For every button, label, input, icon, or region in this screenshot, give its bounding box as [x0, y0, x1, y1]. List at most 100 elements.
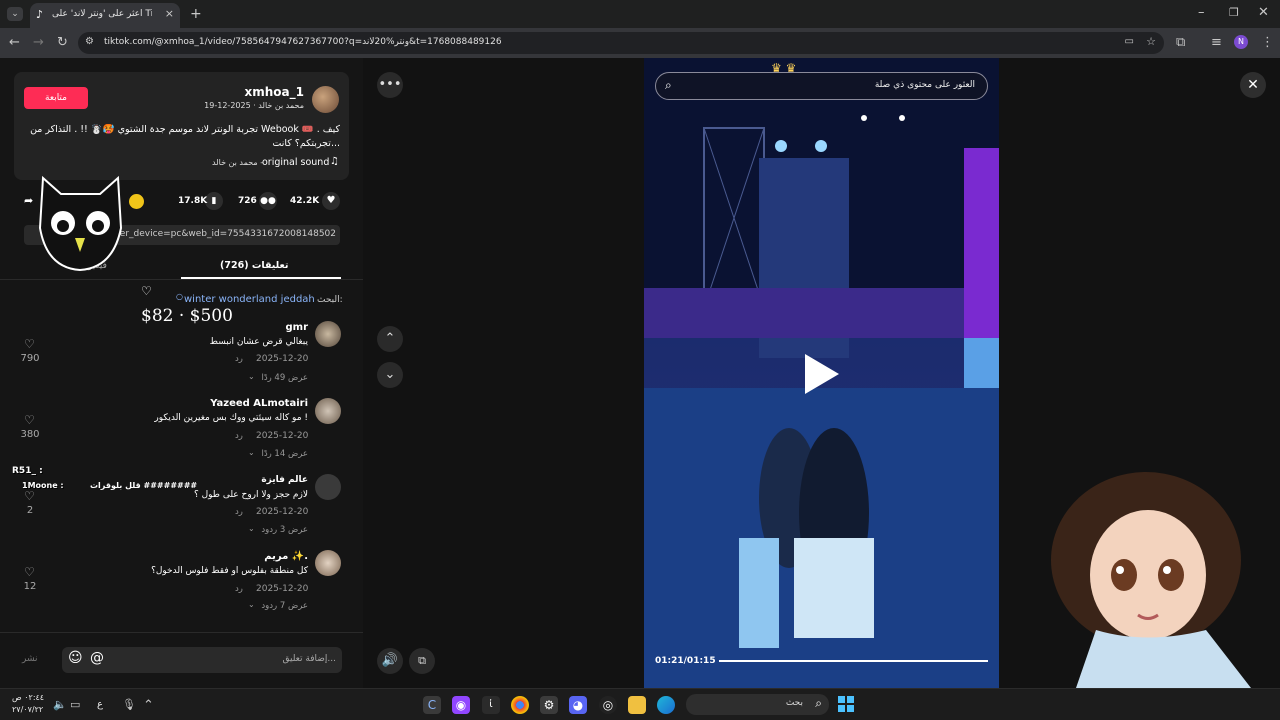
- previous-video-icon[interactable]: ⌃: [377, 326, 403, 352]
- comment-avatar[interactable]: [315, 398, 341, 424]
- comment-input[interactable]: إضافة تعليق... ☺ @: [62, 647, 342, 673]
- comment-view-replies[interactable]: عرض 7 ردود: [250, 601, 308, 611]
- chat-line-2-text: قلل بلوقرات ########: [90, 481, 198, 490]
- url-field[interactable]: ⚙ tiktok.com/@xmhoa_1/video/758564794762…: [78, 32, 1164, 54]
- app-ig-icon[interactable]: ἰ: [482, 696, 500, 714]
- comment-user[interactable]: gmr: [240, 322, 308, 333]
- browser-menu-icon[interactable]: ⋮: [1261, 36, 1274, 49]
- edge-icon[interactable]: [657, 696, 675, 714]
- app-c-icon[interactable]: C: [423, 696, 441, 714]
- profile-avatar[interactable]: N: [1234, 35, 1248, 49]
- volume-icon[interactable]: 🔊: [377, 648, 403, 674]
- comment-like-count: 2: [26, 505, 34, 516]
- emoji-icon[interactable]: ☺: [68, 650, 83, 666]
- window-close-icon[interactable]: ✕: [1258, 6, 1269, 19]
- video-search-bar[interactable]: ⌕ العثور على محتوى ذي صلة: [655, 72, 988, 100]
- comment-like-count: 12: [23, 581, 37, 592]
- post-comment-button[interactable]: نشر: [22, 654, 38, 664]
- settings-icon[interactable]: ⚙: [540, 696, 558, 714]
- tab-search-icon[interactable]: ⌄: [7, 7, 23, 21]
- comment-user[interactable]: مريم ✨.: [240, 551, 308, 562]
- bookmark-star-icon[interactable]: ☆: [1146, 35, 1156, 48]
- comment-reply[interactable]: رد: [235, 354, 243, 364]
- start-menu-icon[interactable]: [838, 696, 854, 712]
- video-player[interactable]: ♛ ♛ ⌕ العثور على محتوى ذي صلة 01:21/01:1…: [644, 58, 999, 688]
- mention-icon[interactable]: @: [90, 650, 104, 666]
- clock-time[interactable]: ٠٢:٤٤ ص: [12, 693, 44, 702]
- taskbar-search-box[interactable]: بحث ⌕: [686, 694, 829, 715]
- comment-count: 726: [238, 196, 257, 206]
- input-language[interactable]: ع: [97, 699, 103, 710]
- site-info-icon[interactable]: ⚙: [85, 36, 94, 47]
- comment-date: 2025-12-20: [256, 507, 309, 517]
- save-button[interactable]: ▮: [205, 192, 223, 210]
- follow-button[interactable]: متابعة: [24, 87, 88, 109]
- extensions-icon[interactable]: ⧉: [1176, 36, 1185, 49]
- comment-reply[interactable]: رد: [235, 584, 243, 594]
- video-progress-track[interactable]: [719, 660, 988, 662]
- browser-tab[interactable]: ♪ اعثر على 'ونتر لاند' على TikTok | ×: [30, 3, 180, 28]
- clock-date[interactable]: ٢٧/٠٧/٢٢: [12, 705, 43, 714]
- like-button[interactable]: ♥: [322, 192, 340, 210]
- comment-view-replies[interactable]: عرض 3 ردود: [250, 525, 308, 535]
- discord-icon[interactable]: ◕: [569, 696, 587, 714]
- search-suggestion-query[interactable]: winter wonderland jeddah: [184, 294, 315, 305]
- forward-icon[interactable]: →: [33, 36, 44, 49]
- author-name-date: محمد بن خالد · 2025-12-19: [204, 101, 304, 110]
- author-avatar[interactable]: [312, 86, 339, 113]
- network-icon[interactable]: ▭: [70, 699, 80, 710]
- more-options-icon[interactable]: •••: [377, 72, 403, 98]
- price-overlay: $82 · $500: [141, 306, 233, 326]
- reload-icon[interactable]: ↻: [57, 36, 68, 49]
- file-explorer-icon[interactable]: [628, 696, 646, 714]
- comment-user[interactable]: Yazeed ALmotairi: [200, 398, 308, 409]
- next-video-icon[interactable]: ⌄: [377, 362, 403, 388]
- comment-view-replies[interactable]: عرض 49 ردًا: [250, 373, 308, 383]
- tray-overflow-icon[interactable]: ⌃: [143, 699, 154, 712]
- restore-icon[interactable]: ❐: [1229, 7, 1239, 18]
- back-icon[interactable]: ←: [9, 36, 20, 49]
- comment-reply[interactable]: رد: [235, 507, 243, 517]
- comment-like-icon[interactable]: ♡: [24, 337, 35, 351]
- save-count: 17.8K: [178, 196, 208, 206]
- comment-view-replies[interactable]: عرض 14 ردًا: [250, 449, 308, 459]
- chrome-icon[interactable]: [511, 696, 529, 714]
- tiktok-favicon-icon: ♪: [36, 8, 44, 21]
- speaker-icon[interactable]: 🔈: [53, 699, 67, 710]
- app-twitch-icon[interactable]: ◉: [452, 696, 470, 714]
- comment-like-icon[interactable]: ♡: [24, 413, 35, 427]
- comment-avatar[interactable]: [315, 474, 341, 500]
- taskbar-search-icon: ⌕: [815, 696, 822, 710]
- comment-reply[interactable]: رد: [235, 431, 243, 441]
- share-coin-icon[interactable]: [129, 194, 144, 209]
- streamer-avatar-overlay: [1036, 470, 1280, 688]
- comment-avatar[interactable]: [315, 550, 341, 576]
- tab-close-icon[interactable]: ×: [165, 7, 174, 20]
- microphone-icon[interactable]: 🎙: [122, 699, 136, 710]
- search-suggestion-prefix: البحث:: [317, 295, 343, 305]
- close-video-button[interactable]: ✕: [1240, 72, 1266, 98]
- obs-icon[interactable]: ◎: [599, 696, 617, 714]
- comment-user[interactable]: عالم فايزة: [240, 475, 308, 485]
- comment-date: 2025-12-20: [256, 584, 309, 594]
- cast-icon[interactable]: ▭: [1125, 36, 1134, 47]
- comment-like-icon[interactable]: ♡: [24, 565, 35, 579]
- comment-like-count: 790: [20, 353, 40, 364]
- chevron-down-icon: ⌄: [248, 600, 255, 609]
- tab-comments[interactable]: تعليقات (726): [220, 260, 288, 271]
- minimize-icon[interactable]: –: [1198, 6, 1205, 19]
- comment-date: 2025-12-20: [256, 431, 309, 441]
- share-arrow-icon[interactable]: ➦: [24, 194, 33, 207]
- new-tab-icon[interactable]: +: [190, 7, 202, 21]
- author-username[interactable]: xmhoa_1: [220, 85, 304, 99]
- chat-line-1: R51_ :: [12, 466, 43, 476]
- owl-mascot-overlay: [33, 168, 128, 273]
- play-icon[interactable]: [805, 354, 839, 394]
- sound-name[interactable]: original sound: [262, 157, 329, 168]
- comment-button[interactable]: ●●: [259, 192, 277, 210]
- comment-avatar[interactable]: [315, 321, 341, 347]
- caption-line-1: تجربة الونتر لاند موسم جدة الشتوي 🥵☃️ !!…: [30, 124, 340, 135]
- reading-list-icon[interactable]: ≡: [1211, 36, 1222, 49]
- heart-icon[interactable]: ♡: [141, 284, 152, 298]
- pip-icon[interactable]: ⧉: [409, 648, 435, 674]
